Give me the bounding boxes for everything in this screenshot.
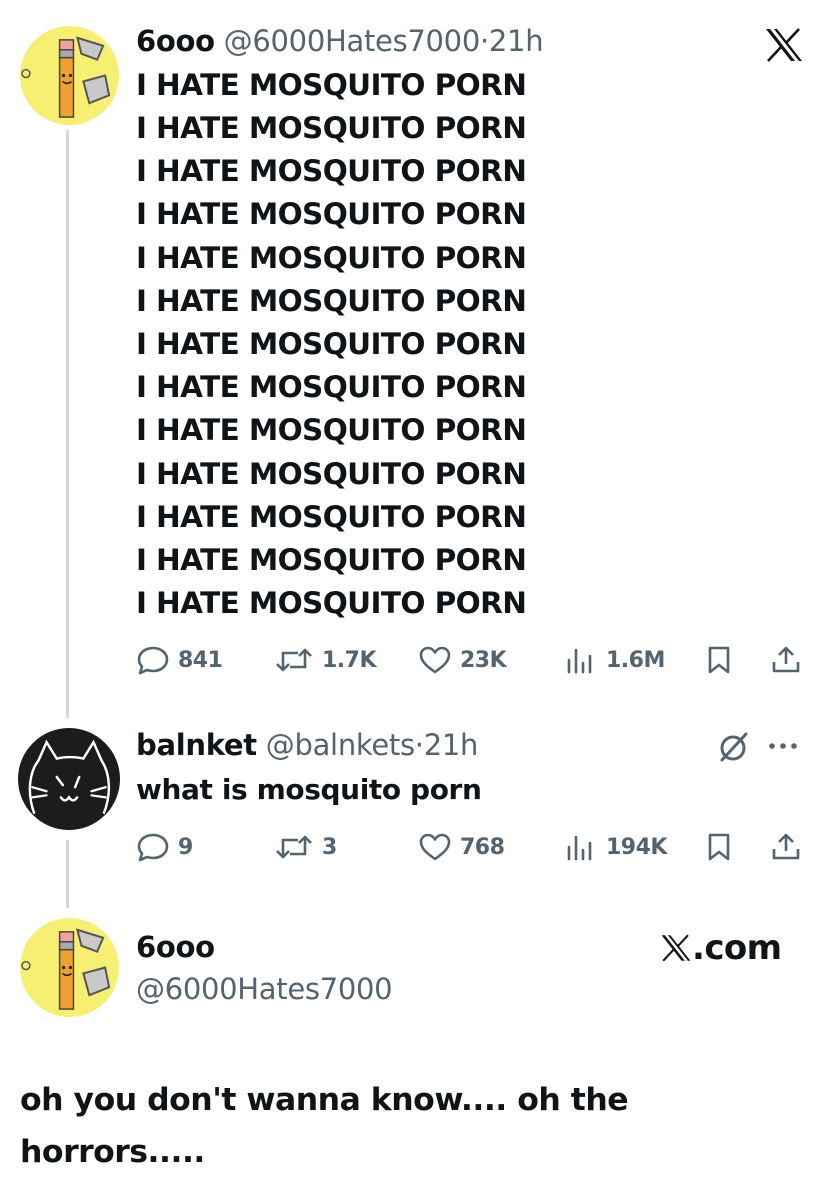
bookmark-icon	[708, 646, 730, 674]
display-name[interactable]: balnket	[136, 728, 257, 762]
display-name-text: 6ooo	[136, 930, 215, 964]
repost-button[interactable]: 3	[274, 827, 337, 867]
heart-icon	[419, 833, 451, 861]
tweet-text-line: I HATE MOSQUITO PORN	[136, 586, 527, 620]
view-count: 1.6M	[606, 647, 665, 673]
separator-dot: ·	[414, 728, 424, 762]
timestamp[interactable]: 21h	[424, 728, 479, 762]
separator-dot: ·	[479, 24, 489, 58]
bookmark-button[interactable]	[704, 640, 734, 680]
speech-bubble-icon	[137, 833, 169, 862]
display-name[interactable]: 6ooo	[136, 930, 215, 964]
handle[interactable]: @balnkets	[266, 728, 415, 762]
speech-bubble-icon	[137, 646, 169, 675]
tweet-text-line: oh you don't wanna know.... oh the	[20, 1082, 629, 1118]
thread-line	[66, 840, 69, 908]
slashed-circle-icon	[720, 732, 748, 762]
watermark-text: .com	[692, 928, 782, 968]
share-button[interactable]	[770, 827, 802, 867]
views-button[interactable]: 194K	[564, 827, 667, 867]
more-button[interactable]	[764, 736, 804, 756]
heart-icon	[419, 646, 451, 674]
like-button[interactable]: 23K	[418, 640, 507, 680]
tweet-text-line: I HATE MOSQUITO PORN	[136, 457, 527, 491]
tweet-text-line: I HATE MOSQUITO PORN	[136, 500, 527, 534]
tweet-text-line: I HATE MOSQUITO PORN	[136, 197, 527, 231]
tweet-text-line: I HATE MOSQUITO PORN	[136, 68, 527, 102]
tweet-text-line: I HATE MOSQUITO PORN	[136, 413, 527, 447]
avatar[interactable]	[18, 728, 120, 830]
display-name[interactable]: 6ooo	[136, 24, 215, 58]
repost-button[interactable]: 1.7K	[274, 640, 377, 680]
repost-arrows-icon	[276, 835, 312, 859]
tweet-text-line: horrors.....	[20, 1134, 205, 1170]
timestamp[interactable]: 21h	[489, 24, 544, 58]
tweet-text-line: I HATE MOSQUITO PORN	[136, 111, 527, 145]
action-bar: 841 1.7K 23K 1.6M	[136, 640, 808, 680]
avatar-image-icon	[20, 918, 119, 1017]
tweet-text-line: I HATE MOSQUITO PORN	[136, 327, 527, 361]
cat-avatar-icon	[18, 728, 120, 830]
tweet-header: 6ooo @6000Hates7000·21h	[136, 24, 544, 58]
repost-count: 1.7K	[322, 647, 377, 673]
like-button[interactable]: 768	[418, 827, 505, 867]
avatar[interactable]	[20, 26, 119, 125]
x-logo-icon	[661, 934, 691, 962]
x-logo-icon	[764, 28, 804, 62]
grok-button[interactable]	[716, 730, 750, 764]
action-bar: 9 3 768 194K	[136, 827, 808, 867]
tweet-text: what is mosquito porn	[136, 773, 482, 806]
bookmark-button[interactable]	[704, 827, 734, 867]
avatar[interactable]	[20, 918, 119, 1017]
share-button[interactable]	[770, 640, 802, 680]
avatar-image-icon	[20, 26, 119, 125]
like-count: 768	[460, 834, 505, 860]
more-dots-icon	[769, 743, 797, 749]
bookmark-icon	[708, 833, 730, 861]
reply-button[interactable]: 841	[136, 640, 223, 680]
x-com-watermark: .com	[660, 928, 782, 968]
views-button[interactable]: 1.6M	[564, 640, 665, 680]
handle[interactable]: @6000Hates7000	[136, 972, 393, 1006]
reply-button[interactable]: 9	[136, 827, 193, 867]
bar-chart-icon	[567, 648, 592, 674]
tweet-text-line: I HATE MOSQUITO PORN	[136, 543, 527, 577]
repost-count: 3	[322, 834, 337, 860]
share-upload-icon	[772, 833, 800, 860]
repost-arrows-icon	[276, 648, 312, 672]
view-count: 194K	[606, 834, 667, 860]
tweet-text-line: I HATE MOSQUITO PORN	[136, 241, 527, 275]
handle-text: @6000Hates7000	[136, 972, 393, 1006]
handle[interactable]: @6000Hates7000	[224, 24, 481, 58]
thread-line	[66, 130, 69, 718]
reply-count: 9	[178, 834, 193, 860]
reply-count: 841	[178, 647, 223, 673]
tweet-text-line: I HATE MOSQUITO PORN	[136, 284, 527, 318]
bar-chart-icon	[567, 835, 592, 861]
tweet-text-line: I HATE MOSQUITO PORN	[136, 370, 527, 404]
like-count: 23K	[460, 647, 507, 673]
tweet-text-line: I HATE MOSQUITO PORN	[136, 154, 527, 188]
share-upload-icon	[772, 646, 800, 673]
tweet-header: balnket @balnkets·21h	[136, 728, 478, 762]
